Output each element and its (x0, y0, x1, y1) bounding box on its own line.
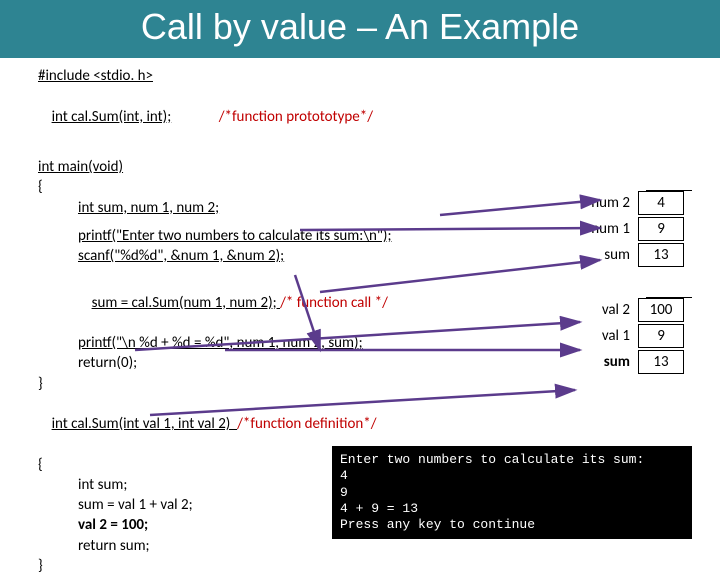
memory-label: num 1 (588, 220, 638, 238)
slide-title: Call by value – An Example (0, 0, 720, 58)
code-line: printf("\n %d + %d = %d", num 1, num 2, … (38, 333, 391, 353)
code-text: int cal.Sum(int val 1, int val 2) (52, 415, 238, 433)
memory-cell: 9 (638, 324, 684, 348)
code-line: sum = cal.Sum(num 1, num 2); /* function… (38, 272, 391, 333)
memory-label: val 2 (588, 301, 638, 319)
memory-cell: 4 (638, 191, 684, 215)
code-line: } (38, 556, 391, 576)
code-text: int cal.Sum(int, int); (52, 108, 172, 126)
console-line: 4 (340, 468, 684, 484)
memory-cell: 9 (638, 217, 684, 241)
code-comment: /* function call */ (280, 294, 388, 312)
console-output: Enter two numbers to calculate its sum: … (332, 446, 692, 539)
memory-label: sum (588, 246, 638, 264)
console-line: 4 + 9 = 13 (340, 501, 684, 517)
code-comment: /*function protototype*/ (219, 108, 373, 126)
code-line: scanf("%d%d", &num 1, &num 2); (38, 246, 391, 266)
memory-label: num 2 (588, 194, 638, 212)
memory-visualization: num 2 4 num 1 9 sum 13 val 2 100 val 1 9… (588, 190, 692, 376)
code-line: int sum, num 1, num 2; (38, 198, 391, 218)
code-line: } (38, 374, 391, 394)
memory-row: val 1 9 (588, 324, 692, 348)
memory-row: sum 13 (588, 243, 692, 267)
console-line: Enter two numbers to calculate its sum: (340, 452, 684, 468)
memory-row: val 2 100 (588, 298, 692, 322)
code-line: int main(void) (38, 157, 391, 177)
memory-row: sum 13 (588, 350, 692, 374)
console-line: 9 (340, 485, 684, 501)
memory-cell: 13 (638, 350, 684, 374)
code-line: return(0); (38, 353, 391, 373)
memory-cell: 13 (638, 243, 684, 267)
memory-row: num 2 4 (588, 191, 692, 215)
console-line: Press any key to continue (340, 517, 684, 533)
code-line: printf("Enter two numbers to calculate i… (38, 226, 391, 246)
code-comment: /*function definition*/ (237, 415, 376, 433)
memory-label: sum (588, 353, 638, 371)
memory-row: num 1 9 (588, 217, 692, 241)
code-line: { (38, 177, 391, 197)
code-line: int cal.Sum(int, int); /*function protot… (38, 86, 391, 147)
code-text: sum = cal.Sum(num 1, num 2); (92, 294, 280, 312)
memory-cell: 100 (638, 298, 684, 322)
memory-label: val 1 (588, 327, 638, 345)
code-line: #include <stdio. h> (38, 66, 391, 86)
